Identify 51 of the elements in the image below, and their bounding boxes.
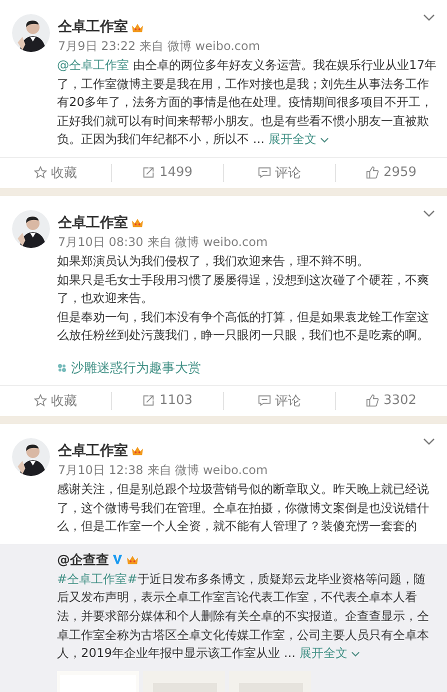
repost-author[interactable]: @企查查	[57, 550, 109, 569]
avatar[interactable]	[12, 14, 50, 52]
mention-link[interactable]: @仝卓工作室	[57, 58, 130, 72]
chevron-down-icon[interactable]	[423, 210, 435, 218]
avatar[interactable]	[12, 438, 50, 476]
repost-button[interactable]: 1103	[111, 392, 223, 410]
crown-icon	[131, 217, 144, 228]
star-icon	[34, 166, 47, 180]
chevron-down-icon	[320, 137, 330, 144]
author-name[interactable]: 仝卓工作室	[58, 214, 128, 232]
crown-icon	[131, 22, 144, 32]
share-icon	[142, 166, 156, 180]
avatar[interactable]	[12, 210, 50, 248]
post-source: 来自 微博 weibo.com	[147, 234, 268, 251]
expand-link[interactable]: 展开全文	[299, 646, 360, 660]
comment-icon	[258, 394, 271, 408]
comment-button[interactable]: 评论	[223, 392, 335, 410]
like-button[interactable]: 2959	[335, 164, 447, 182]
topic-link[interactable]: 沙雕迷惑行为趣事大赏	[71, 358, 201, 377]
crown-icon	[131, 445, 144, 456]
favorite-button[interactable]: 收藏	[0, 164, 111, 182]
topic-icon	[57, 362, 67, 373]
repost-text: #仝卓工作室#于近日发布多条博文，质疑郑云龙毕业资格等问题，随后又发布声明，表示仝卓工作室言论代表工作室，不代表仝卓本人看法，并要求部分媒体和个人删除有关仝卓的不实报道。企查查显示，仝卓工作室全称为古塔区仝卓文化传媒工作室，公司主要人员只有仝卓本人，2019年企业年报中显示该工作室从业 ... 展开全文	[57, 570, 430, 662]
comment-icon	[258, 166, 271, 180]
share-icon	[142, 394, 156, 408]
star-icon	[34, 394, 47, 408]
chevron-down-icon[interactable]	[423, 14, 435, 22]
hashtag-link[interactable]: #仝卓工作室#	[57, 572, 138, 586]
verified-icon	[112, 554, 123, 566]
like-button[interactable]: 3302	[335, 392, 447, 410]
post-time[interactable]: 7月10日 08:30	[58, 234, 144, 251]
post-time[interactable]: 7月10日 12:38	[58, 462, 144, 479]
post-text: 如果只是毛女士手段用习惯了屡屡得逞，没想到这次碰了个硬茬，不爽了，也欢迎来告。	[57, 272, 430, 308]
author-name[interactable]: 仝卓工作室	[58, 442, 128, 460]
post-time[interactable]: 7月9日 23:22	[58, 38, 136, 55]
post-source: 来自 微博 weibo.com	[147, 462, 268, 479]
expand-link[interactable]: 展开全文	[268, 132, 330, 146]
post-text: 但是奉劝一句，我们本没有争个高低的打算，但是如果袁龙铨工作室这么放任粉丝到处污蔑我们，睁一只眼闭一只眼，我们也不是吃素的啊。	[57, 308, 430, 344]
post-text: 如果郑演员认为我们侵权了，我们欢迎来告，理不辩不明。	[57, 252, 370, 270]
post-source: 来自 微博 weibo.com	[140, 38, 260, 55]
crown-icon	[126, 554, 139, 566]
favorite-button[interactable]: 收藏	[0, 392, 111, 410]
chevron-down-icon	[351, 650, 360, 657]
chevron-down-icon[interactable]	[423, 438, 435, 446]
thumbs-up-icon	[366, 394, 380, 408]
post-text: @仝卓工作室 由仝卓的两位多年好友义务运营。我在娱乐行业从业17年了，工作室微博主要是我在用，工作对接也是我；刘先生从事法务工作有20多年了，法务方面的事情是他在处理。疫情期间很多项目不开工，正好我们就可以有时间来帮帮小朋友。也是有些看不惯小朋友一直被欺负。正因为我们年纪都不小，所以不 ... 展开全文	[57, 57, 437, 148]
repost-button[interactable]: 1499	[111, 164, 223, 182]
comment-button[interactable]: 评论	[223, 164, 335, 182]
thumbs-up-icon	[366, 166, 380, 180]
author-name[interactable]: 仝卓工作室	[58, 18, 128, 36]
post-text: 感谢关注，但是别总跟个垃圾营销号似的断章取义。昨天晚上就已经说了，这个微博号我们在管理。仝卓在拍摄，你微博文案倒是也没说错什么，但是工作室一个人全资，就不能有人管理了？装傻充愣一套套的	[57, 480, 430, 536]
